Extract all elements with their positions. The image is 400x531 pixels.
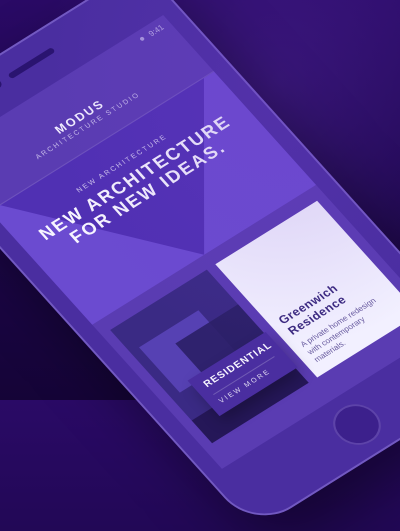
- signal-dot-icon: [139, 36, 146, 42]
- scene: ••••• 9:41 MODUS ARCHITECTURE STUDIO: [0, 0, 400, 531]
- phone-mockup: ••••• 9:41 MODUS ARCHITECTURE STUDIO: [0, 0, 400, 531]
